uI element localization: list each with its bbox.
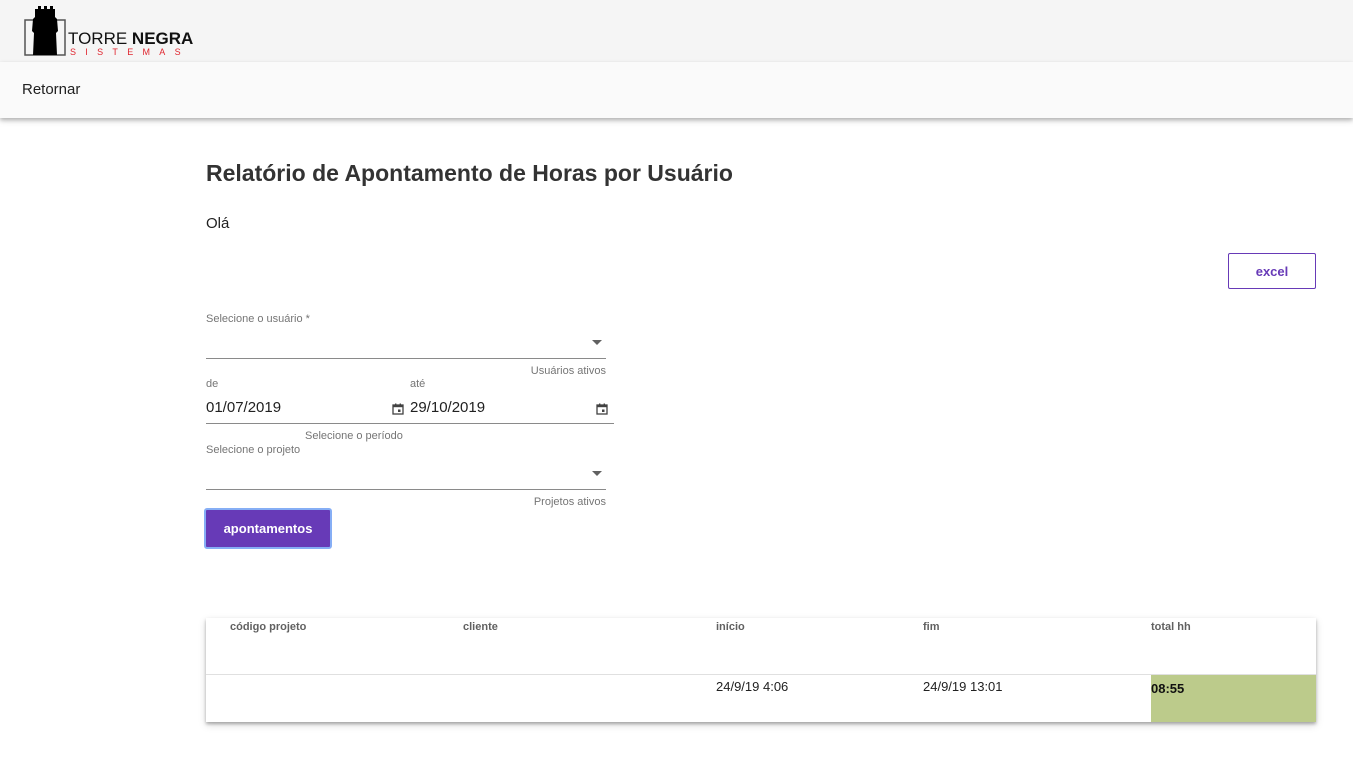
column-header-inicio[interactable]: início <box>716 621 745 633</box>
cell-total-hh: 08:55 <box>1151 675 1316 722</box>
date-range-hint: Selecione o período <box>305 430 403 442</box>
project-select-hint: Projetos ativos <box>533 496 606 508</box>
date-from-label: de <box>206 378 219 390</box>
column-header-total-hh[interactable]: total hh <box>1151 621 1191 633</box>
user-select-hint: Usuários ativos <box>530 365 606 377</box>
project-select-chevron-down-icon[interactable] <box>592 471 602 476</box>
project-select-underline <box>206 489 606 490</box>
brand-name-part2: NEGRA <box>131 29 194 48</box>
apontamentos-button[interactable]: apontamentos <box>204 508 332 549</box>
date-from-input[interactable]: 01/07/2019 <box>206 399 281 416</box>
column-header-cliente[interactable]: cliente <box>463 621 498 633</box>
brand-logo: TORRE NEGRA SISTEMAS <box>22 3 197 59</box>
user-select-label: Selecione o usuário * <box>206 313 310 325</box>
back-link[interactable]: Retornar <box>22 81 80 98</box>
date-range-underline <box>206 423 614 424</box>
page-title: Relatório de Apontamento de Horas por Us… <box>206 160 733 186</box>
calendar-icon[interactable] <box>596 403 608 415</box>
greeting-text: Olá <box>206 215 230 232</box>
excel-export-button[interactable]: excel <box>1228 253 1316 289</box>
brand-name: TORRE NEGRA <box>68 29 193 49</box>
nav-bar: Retornar <box>0 62 1353 118</box>
user-select-underline <box>206 358 606 359</box>
cell-total-hh-value: 08:55 <box>1151 681 1185 696</box>
apontamentos-button-label: apontamentos <box>207 511 329 546</box>
brand-name-part1: TORRE <box>68 29 132 48</box>
cell-inicio: 24/9/19 4:06 <box>716 679 789 694</box>
column-header-fim[interactable]: fim <box>923 621 940 633</box>
cell-fim: 24/9/19 13:01 <box>923 679 1003 694</box>
user-select-chevron-down-icon[interactable] <box>592 340 602 345</box>
brand-header: TORRE NEGRA SISTEMAS <box>0 0 1353 62</box>
date-to-input[interactable]: 29/10/2019 <box>410 399 485 416</box>
column-header-codigo-projeto[interactable]: código projeto <box>230 621 306 633</box>
calendar-icon[interactable] <box>392 403 404 415</box>
date-to-label: até <box>410 378 426 390</box>
table-header-divider <box>206 674 1316 675</box>
brand-tagline: SISTEMAS <box>70 47 190 57</box>
results-table: código projeto cliente início fim total … <box>206 618 1316 722</box>
tower-logo-icon <box>24 6 66 56</box>
project-select-label: Selecione o projeto <box>206 444 301 456</box>
